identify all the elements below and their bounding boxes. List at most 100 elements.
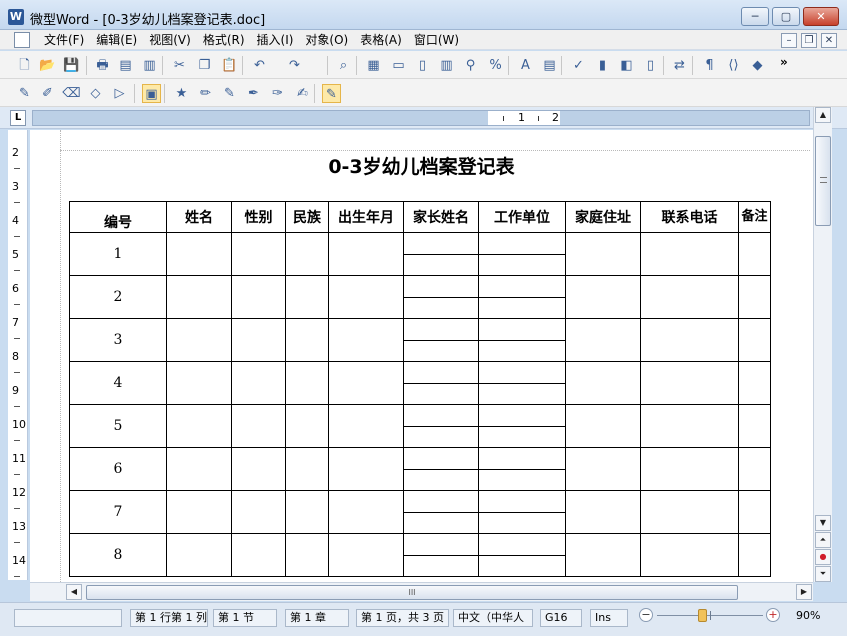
- table-cell[interactable]: [738, 275, 771, 319]
- zoom-slider-knob[interactable]: [698, 609, 707, 622]
- layers-icon[interactable]: ◧: [617, 56, 636, 75]
- table-cell[interactable]: [640, 318, 739, 362]
- table-cell[interactable]: [403, 447, 479, 470]
- shape-icon[interactable]: ◇: [86, 84, 105, 103]
- table-cell[interactable]: [403, 511, 479, 534]
- table-cell[interactable]: [403, 425, 479, 448]
- record-number-cell[interactable]: 6: [69, 447, 167, 491]
- table-cell[interactable]: [285, 490, 329, 534]
- column-header[interactable]: 民族: [285, 201, 329, 233]
- table-cell[interactable]: [328, 404, 404, 448]
- column-header[interactable]: 工作单位: [478, 201, 566, 233]
- table-cell[interactable]: [565, 490, 641, 534]
- table-cell[interactable]: [403, 361, 479, 384]
- table-cell[interactable]: [478, 554, 566, 577]
- table-cell[interactable]: [166, 232, 232, 276]
- pencil-icon[interactable]: ✏: [196, 84, 215, 103]
- table-cell[interactable]: [640, 490, 739, 534]
- star-icon[interactable]: ★: [172, 84, 191, 103]
- table-cell[interactable]: [231, 447, 286, 491]
- table-cell[interactable]: [328, 447, 404, 491]
- table-cell[interactable]: [565, 361, 641, 405]
- close-button[interactable]: ✕: [803, 7, 839, 26]
- table-cell[interactable]: [166, 447, 232, 491]
- font-color-icon[interactable]: A: [516, 56, 535, 75]
- table-cell[interactable]: [231, 361, 286, 405]
- table-cell[interactable]: [231, 318, 286, 362]
- note-icon[interactable]: ✍: [293, 84, 312, 103]
- table-cell[interactable]: [565, 447, 641, 491]
- table-cell[interactable]: [285, 275, 329, 319]
- percent-icon[interactable]: %: [486, 56, 505, 75]
- field-icon[interactable]: ⟨⟩: [724, 56, 743, 75]
- table-cell[interactable]: [403, 490, 479, 513]
- table-cell[interactable]: [738, 361, 771, 405]
- record-number-cell[interactable]: 8: [69, 533, 167, 577]
- column-header[interactable]: 家庭住址: [565, 201, 641, 233]
- brush-icon[interactable]: ✎: [220, 84, 239, 103]
- column-header[interactable]: 姓名: [166, 201, 232, 233]
- document-title[interactable]: 0-3岁幼儿档案登记表: [30, 152, 813, 179]
- table-cell[interactable]: [403, 253, 479, 276]
- menu-item[interactable]: 表格(A): [354, 32, 408, 48]
- table-cell[interactable]: [231, 490, 286, 534]
- minimize-button[interactable]: ─: [741, 7, 769, 26]
- record-number-cell[interactable]: 7: [69, 490, 167, 534]
- table-cell[interactable]: [640, 232, 739, 276]
- cut-icon[interactable]: ✂: [170, 56, 189, 75]
- table-cell[interactable]: [328, 361, 404, 405]
- table-cell[interactable]: [478, 296, 566, 319]
- record-number-cell[interactable]: 1: [69, 232, 167, 276]
- doc-close-button[interactable]: ✕: [821, 33, 837, 48]
- scroll-down-button[interactable]: ▼: [815, 515, 831, 531]
- table-cell[interactable]: [478, 468, 566, 491]
- table-cell[interactable]: [403, 468, 479, 491]
- object-icon[interactable]: ◆: [748, 56, 767, 75]
- document-page[interactable]: 0-3岁幼儿档案登记表 编号 姓名 性别 民族 出生年月 家长姓名 工作单位 家庭住址 联系电话…: [30, 130, 813, 582]
- copy-icon[interactable]: ❐: [195, 56, 214, 75]
- vertical-scroll-thumb[interactable]: [815, 136, 831, 226]
- table-cell[interactable]: [403, 275, 479, 298]
- save-icon[interactable]: 💾: [62, 56, 81, 75]
- table-cell[interactable]: [403, 296, 479, 319]
- table-cell[interactable]: [328, 490, 404, 534]
- table-cell[interactable]: [231, 533, 286, 577]
- scroll-up-button[interactable]: ▲: [815, 107, 831, 123]
- table-cell[interactable]: [640, 361, 739, 405]
- table-cell[interactable]: [403, 232, 479, 255]
- table-cell[interactable]: [403, 382, 479, 405]
- horizontal-ruler[interactable]: 1 2: [32, 110, 810, 126]
- table-cell[interactable]: [565, 533, 641, 577]
- paragraph-mark-icon[interactable]: ¶: [700, 56, 719, 75]
- scroll-right-button[interactable]: ▶: [796, 584, 812, 600]
- redo-icon[interactable]: ↷: [285, 56, 304, 75]
- table-cell[interactable]: [738, 447, 771, 491]
- table-cell[interactable]: [478, 425, 566, 448]
- table-cell[interactable]: [285, 318, 329, 362]
- table-cell[interactable]: [285, 232, 329, 276]
- column-header[interactable]: 联系电话: [640, 201, 739, 233]
- table-cell[interactable]: [166, 361, 232, 405]
- edit-table-icon[interactable]: ✎: [15, 84, 34, 103]
- register-table[interactable]: 编号 姓名 性别 民族 出生年月 家长姓名 工作单位 家庭住址 联系电话 备注 12345678: [69, 201, 771, 577]
- column-header[interactable]: 出生年月: [328, 201, 404, 233]
- table-icon[interactable]: ▦: [364, 56, 383, 75]
- table-cell[interactable]: [403, 554, 479, 577]
- table-cell[interactable]: [478, 490, 566, 513]
- undo-icon[interactable]: ↶: [250, 56, 269, 75]
- table-cell[interactable]: [285, 404, 329, 448]
- menu-item[interactable]: 文件(F): [38, 32, 90, 48]
- find-icon[interactable]: ⌕: [334, 56, 353, 75]
- table-cell[interactable]: [166, 533, 232, 577]
- next-page-button[interactable]: ⏷: [815, 566, 831, 582]
- table-cell[interactable]: [478, 361, 566, 384]
- record-number-cell[interactable]: 2: [69, 275, 167, 319]
- table-cell[interactable]: [738, 318, 771, 362]
- table-cell[interactable]: [640, 533, 739, 577]
- table-cell[interactable]: [403, 533, 479, 556]
- table-cell[interactable]: [328, 275, 404, 319]
- zoom-icon[interactable]: ⚲: [461, 56, 480, 75]
- table-cell[interactable]: [640, 275, 739, 319]
- column-header[interactable]: 性别: [231, 201, 286, 233]
- table-cell[interactable]: [478, 253, 566, 276]
